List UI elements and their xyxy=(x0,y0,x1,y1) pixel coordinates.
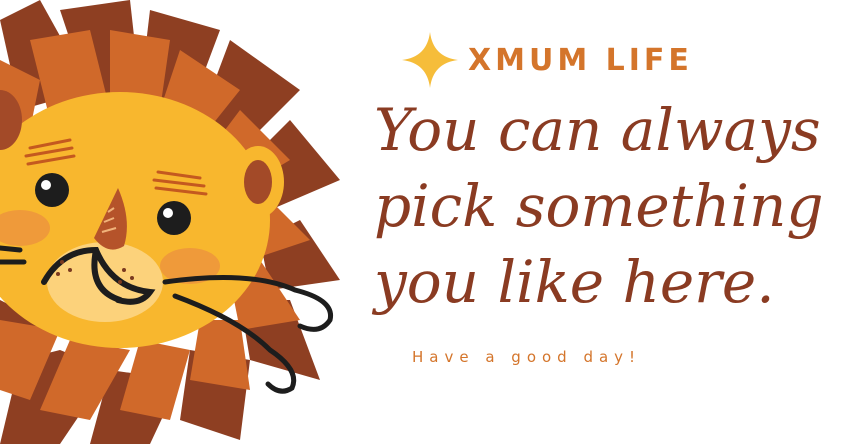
tagline: Have a good day! xyxy=(412,348,642,366)
brand: XMUM LIFE xyxy=(400,32,693,88)
four-point-star-icon xyxy=(402,32,458,88)
lion-face-icon xyxy=(0,0,340,444)
headline-line: pick something xyxy=(374,172,824,240)
headline: You can always pick something you like h… xyxy=(374,92,854,320)
banner: XMUM LIFE You can always pick something … xyxy=(0,0,860,444)
headline-line: you like here. xyxy=(374,248,775,316)
brand-name: XMUM LIFE xyxy=(468,42,693,78)
headline-line: You can always xyxy=(374,96,821,164)
